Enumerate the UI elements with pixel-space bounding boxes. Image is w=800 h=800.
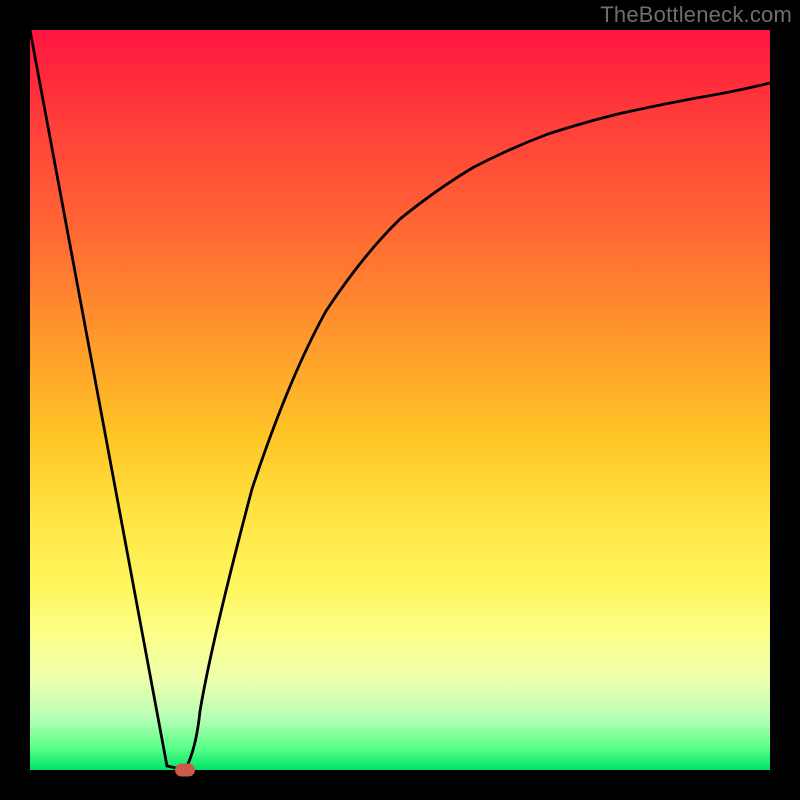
curve-left-branch [30,30,185,770]
bottleneck-curve [30,30,770,770]
optimum-marker [175,764,195,777]
chart-frame: TheBottleneck.com [0,0,800,800]
watermark-text: TheBottleneck.com [600,2,792,28]
curve-right-branch [185,83,770,770]
plot-area [30,30,770,770]
